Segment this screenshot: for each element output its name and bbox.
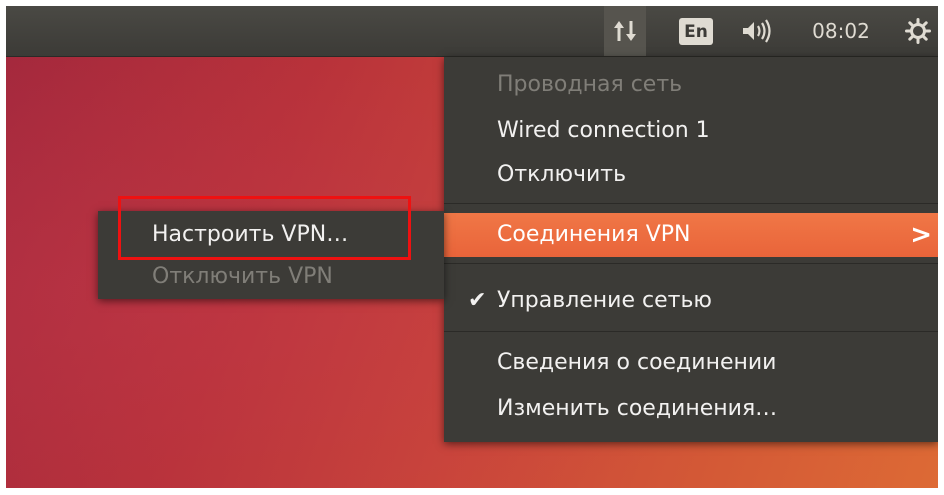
menu-item-edit-connections[interactable]: Изменить соединения… [444, 387, 938, 431]
top-panel: En 08:02 [6, 6, 938, 57]
network-menu: Проводная сеть Wired connection 1 Отключ… [444, 57, 938, 442]
network-indicator[interactable] [604, 6, 646, 56]
sound-indicator[interactable] [736, 6, 780, 56]
annotation-highlight-box [118, 196, 411, 260]
clock[interactable]: 08:02 [806, 6, 876, 56]
chevron-right-icon: > [910, 220, 932, 250]
keyboard-layout-indicator[interactable]: En [678, 6, 714, 56]
menu-item-wired-connection-1[interactable]: Wired connection 1 [444, 109, 938, 153]
session-gear-icon [905, 18, 931, 44]
session-indicator[interactable] [898, 6, 938, 56]
menu-header-wired-network: Проводная сеть [497, 72, 683, 97]
menu-item-vpn-connections[interactable]: Соединения VPN > [444, 213, 938, 257]
menu-separator [444, 203, 938, 204]
network-updown-icon [614, 21, 636, 41]
menu-separator [444, 331, 938, 332]
menu-separator [444, 263, 938, 264]
volume-icon [743, 19, 771, 43]
menu-item-manage-network[interactable]: ✔ Управление сетью [444, 279, 938, 323]
menu-item-disconnect[interactable]: Отключить [444, 153, 938, 197]
keyboard-layout-badge: En [679, 17, 713, 45]
menu-item-disconnect-vpn: Отключить VPN [152, 264, 333, 289]
desktop-background: En 08:02 Проводная сеть Wired connection… [6, 6, 938, 488]
menu-item-connection-info[interactable]: Сведения о соединении [444, 341, 938, 385]
checkmark-icon: ✔ [468, 288, 487, 313]
